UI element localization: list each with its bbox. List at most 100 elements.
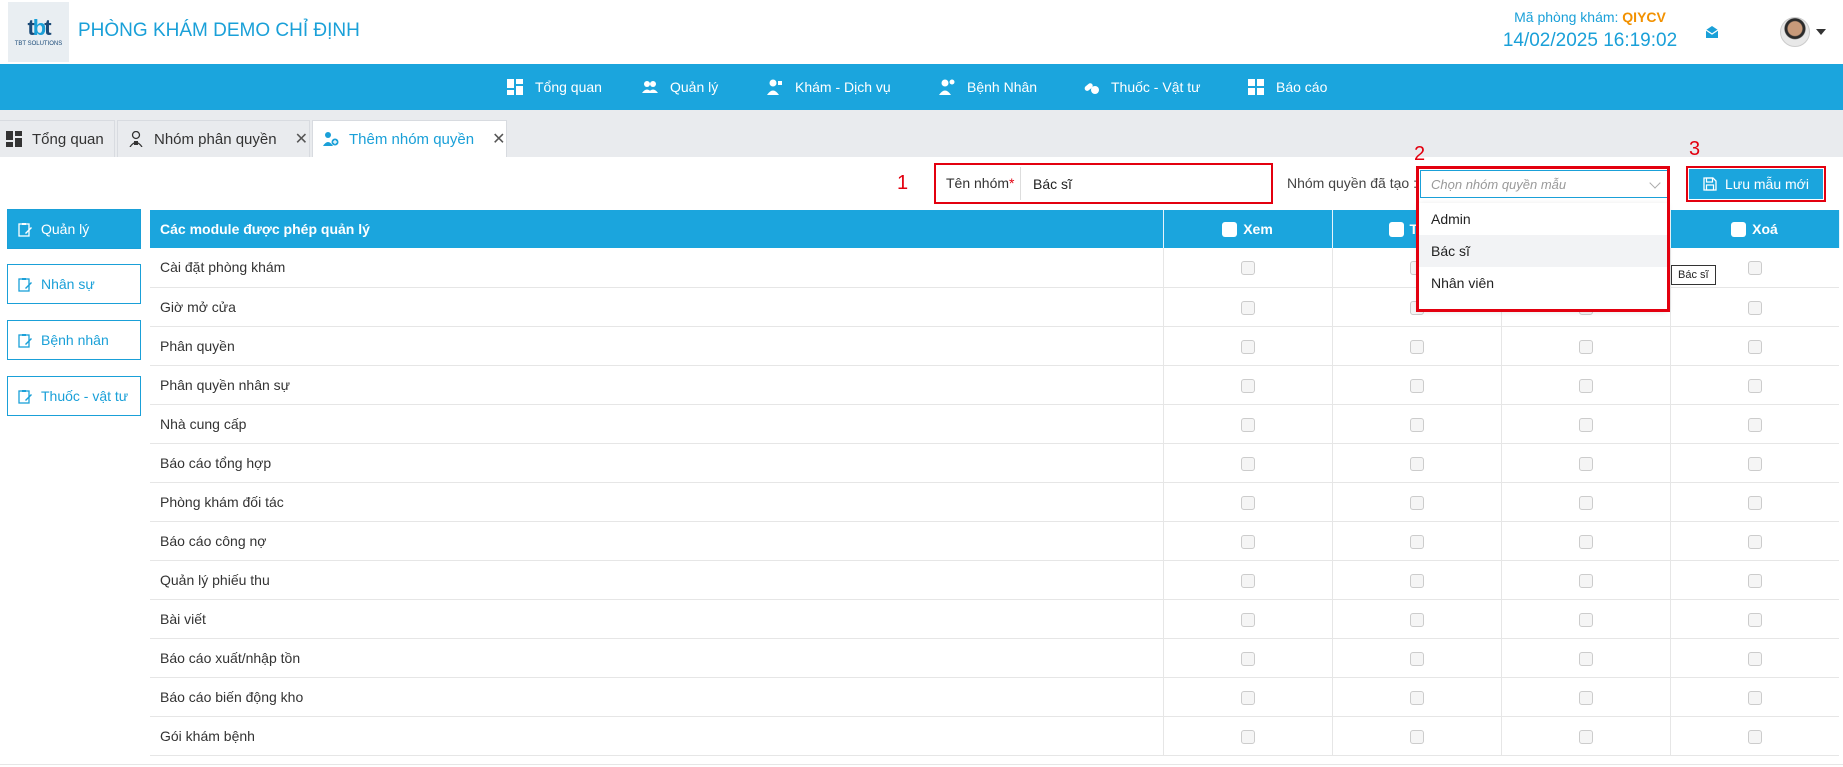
mail-icon[interactable]	[1705, 25, 1719, 39]
add-checkbox[interactable]	[1409, 534, 1424, 549]
select-all-delete-checkbox[interactable]	[1731, 222, 1747, 238]
save-button-label: Lưu mẫu mới	[1725, 176, 1809, 192]
tab-bar: Tổng quan Nhóm phân quyền ✕ Thêm nhóm qu…	[0, 110, 1843, 157]
module-name: Báo cáo biến động kho	[150, 677, 1163, 717]
clipboard-edit-icon	[18, 333, 32, 348]
close-icon[interactable]: ✕	[295, 129, 308, 149]
add-checkbox[interactable]	[1409, 417, 1424, 432]
sidebar-item-benh-nhan[interactable]: Bệnh nhân	[7, 320, 141, 360]
add-checkbox[interactable]	[1409, 612, 1424, 627]
group-name-input[interactable]	[1020, 167, 1268, 200]
chevron-down-icon	[1649, 177, 1661, 189]
required-mark: *	[1009, 175, 1015, 191]
view-checkbox[interactable]	[1240, 690, 1255, 705]
page-bottom-divider	[0, 764, 1843, 765]
delete-checkbox[interactable]	[1747, 612, 1762, 627]
dropdown-option-admin[interactable]: Admin	[1419, 203, 1667, 235]
view-checkbox[interactable]	[1240, 612, 1255, 627]
table-body: Cài đặt phòng khám Giờ mở cửa Phân quyền…	[150, 248, 1839, 756]
sidebar-item-quan-ly[interactable]: Quản lý	[7, 209, 141, 249]
delete-checkbox[interactable]	[1747, 417, 1762, 432]
page: tbt TBT SOLUTIONS PHÒNG KHÁM DEMO CHỈ ĐỊ…	[0, 0, 1843, 767]
add-checkbox[interactable]	[1409, 339, 1424, 354]
delete-checkbox[interactable]	[1747, 651, 1762, 666]
view-checkbox[interactable]	[1240, 573, 1255, 588]
delete-checkbox[interactable]	[1747, 378, 1762, 393]
edit-checkbox[interactable]	[1578, 534, 1593, 549]
header-label: T	[1409, 220, 1419, 237]
add-checkbox[interactable]	[1409, 651, 1424, 666]
add-checkbox[interactable]	[1409, 495, 1424, 510]
view-checkbox[interactable]	[1240, 339, 1255, 354]
save-new-template-button[interactable]: Lưu mẫu mới	[1689, 169, 1823, 199]
user-avatar[interactable]	[1780, 17, 1810, 47]
chevron-down-icon[interactable]	[1816, 29, 1826, 35]
edit-checkbox[interactable]	[1578, 729, 1593, 744]
view-checkbox[interactable]	[1240, 300, 1255, 315]
view-checkbox[interactable]	[1240, 261, 1255, 276]
nav-item-benh-nhan[interactable]: Bệnh Nhân	[939, 64, 1037, 110]
tab-them-nhom-quyen[interactable]: Thêm nhóm quyền ✕	[312, 120, 507, 157]
edit-checkbox[interactable]	[1578, 456, 1593, 471]
view-checkbox[interactable]	[1240, 495, 1255, 510]
delete-checkbox[interactable]	[1747, 339, 1762, 354]
delete-checkbox[interactable]	[1747, 261, 1762, 276]
edit-checkbox[interactable]	[1578, 378, 1593, 393]
view-checkbox[interactable]	[1240, 534, 1255, 549]
edit-checkbox[interactable]	[1578, 339, 1593, 354]
add-checkbox[interactable]	[1409, 378, 1424, 393]
edit-checkbox[interactable]	[1578, 495, 1593, 510]
select-placeholder: Chọn nhóm quyền mẫu	[1431, 177, 1567, 192]
sidebar-item-thuoc-vat-tu[interactable]: Thuốc - vật tư	[7, 376, 141, 416]
tab-label: Tổng quan	[32, 130, 104, 148]
edit-checkbox[interactable]	[1578, 417, 1593, 432]
company-logo[interactable]: tbt TBT SOLUTIONS	[8, 2, 69, 62]
users-icon	[642, 81, 658, 93]
delete-checkbox[interactable]	[1747, 729, 1762, 744]
add-checkbox[interactable]	[1409, 456, 1424, 471]
sidebar-item-label: Nhân sự	[41, 276, 95, 292]
delete-checkbox[interactable]	[1747, 300, 1762, 315]
delete-checkbox[interactable]	[1747, 573, 1762, 588]
view-checkbox[interactable]	[1240, 651, 1255, 666]
edit-checkbox[interactable]	[1578, 573, 1593, 588]
nav-item-bao-cao[interactable]: Báo cáo	[1248, 64, 1327, 110]
view-checkbox[interactable]	[1240, 378, 1255, 393]
nav-item-tong-quan[interactable]: Tổng quan	[507, 64, 602, 110]
sidebar-item-nhan-su[interactable]: Nhân sự	[7, 264, 141, 304]
edit-checkbox[interactable]	[1578, 612, 1593, 627]
delete-checkbox[interactable]	[1747, 456, 1762, 471]
trained-group-label: Nhóm quyền đã tạo :	[1287, 175, 1417, 191]
nav-item-kham-dich-vu[interactable]: Khám - Dịch vụ	[767, 64, 891, 110]
view-checkbox[interactable]	[1240, 729, 1255, 744]
nav-label: Bệnh Nhân	[967, 79, 1038, 95]
delete-checkbox[interactable]	[1747, 690, 1762, 705]
patient-icon	[939, 79, 955, 95]
table-row: Phòng khám đối tác	[150, 482, 1839, 522]
delete-checkbox[interactable]	[1747, 495, 1762, 510]
close-icon[interactable]: ✕	[492, 129, 505, 149]
view-checkbox[interactable]	[1240, 417, 1255, 432]
view-column-header: Xem	[1163, 210, 1333, 248]
edit-checkbox[interactable]	[1578, 690, 1593, 705]
table-row: Nhà cung cấp	[150, 404, 1839, 444]
nav-item-quan-ly[interactable]: Quản lý	[642, 64, 718, 110]
edit-checkbox[interactable]	[1578, 651, 1593, 666]
select-all-view-checkbox[interactable]	[1222, 222, 1238, 238]
tab-nhom-phan-quyen[interactable]: Nhóm phân quyền ✕	[117, 120, 310, 157]
select-all-add-checkbox[interactable]	[1388, 222, 1404, 238]
nav-item-thuoc-vat-tu[interactable]: Thuốc - Vật tư	[1083, 64, 1201, 110]
report-icon	[1248, 79, 1264, 95]
add-checkbox[interactable]	[1409, 729, 1424, 744]
add-checkbox[interactable]	[1409, 690, 1424, 705]
template-group-select[interactable]: Chọn nhóm quyền mẫu	[1420, 170, 1668, 198]
delete-checkbox[interactable]	[1747, 534, 1762, 549]
view-checkbox[interactable]	[1240, 456, 1255, 471]
tab-tong-quan[interactable]: Tổng quan	[0, 120, 115, 157]
module-name: Bài viết	[150, 599, 1163, 639]
add-checkbox[interactable]	[1409, 573, 1424, 588]
dropdown-option-bac-si[interactable]: Bác sĩ	[1419, 235, 1667, 267]
dropdown-option-nhan-vien[interactable]: Nhân viên	[1419, 267, 1667, 299]
annotation-1: 1	[897, 172, 909, 194]
clinic-code-value: QIYCV	[1622, 9, 1666, 25]
